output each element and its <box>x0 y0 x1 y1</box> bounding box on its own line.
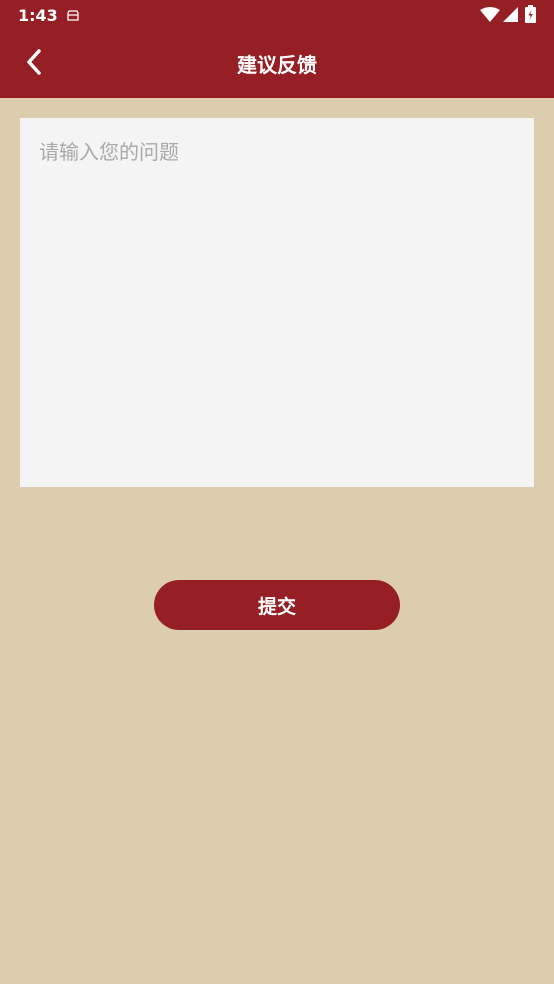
wifi-icon <box>480 7 500 22</box>
chevron-left-icon <box>24 48 44 80</box>
status-time: 1:43 <box>18 6 58 25</box>
back-button[interactable] <box>14 46 54 82</box>
app-header: 1:43 建议反馈 <box>0 0 554 98</box>
signal-icon <box>503 7 518 22</box>
status-bar: 1:43 <box>0 0 554 32</box>
submit-button[interactable]: 提交 <box>154 580 400 630</box>
notification-icon <box>66 8 80 22</box>
battery-icon <box>525 5 536 23</box>
toolbar: 建议反馈 <box>0 32 554 98</box>
feedback-textarea[interactable] <box>20 118 534 487</box>
page-title: 建议反馈 <box>237 53 317 77</box>
